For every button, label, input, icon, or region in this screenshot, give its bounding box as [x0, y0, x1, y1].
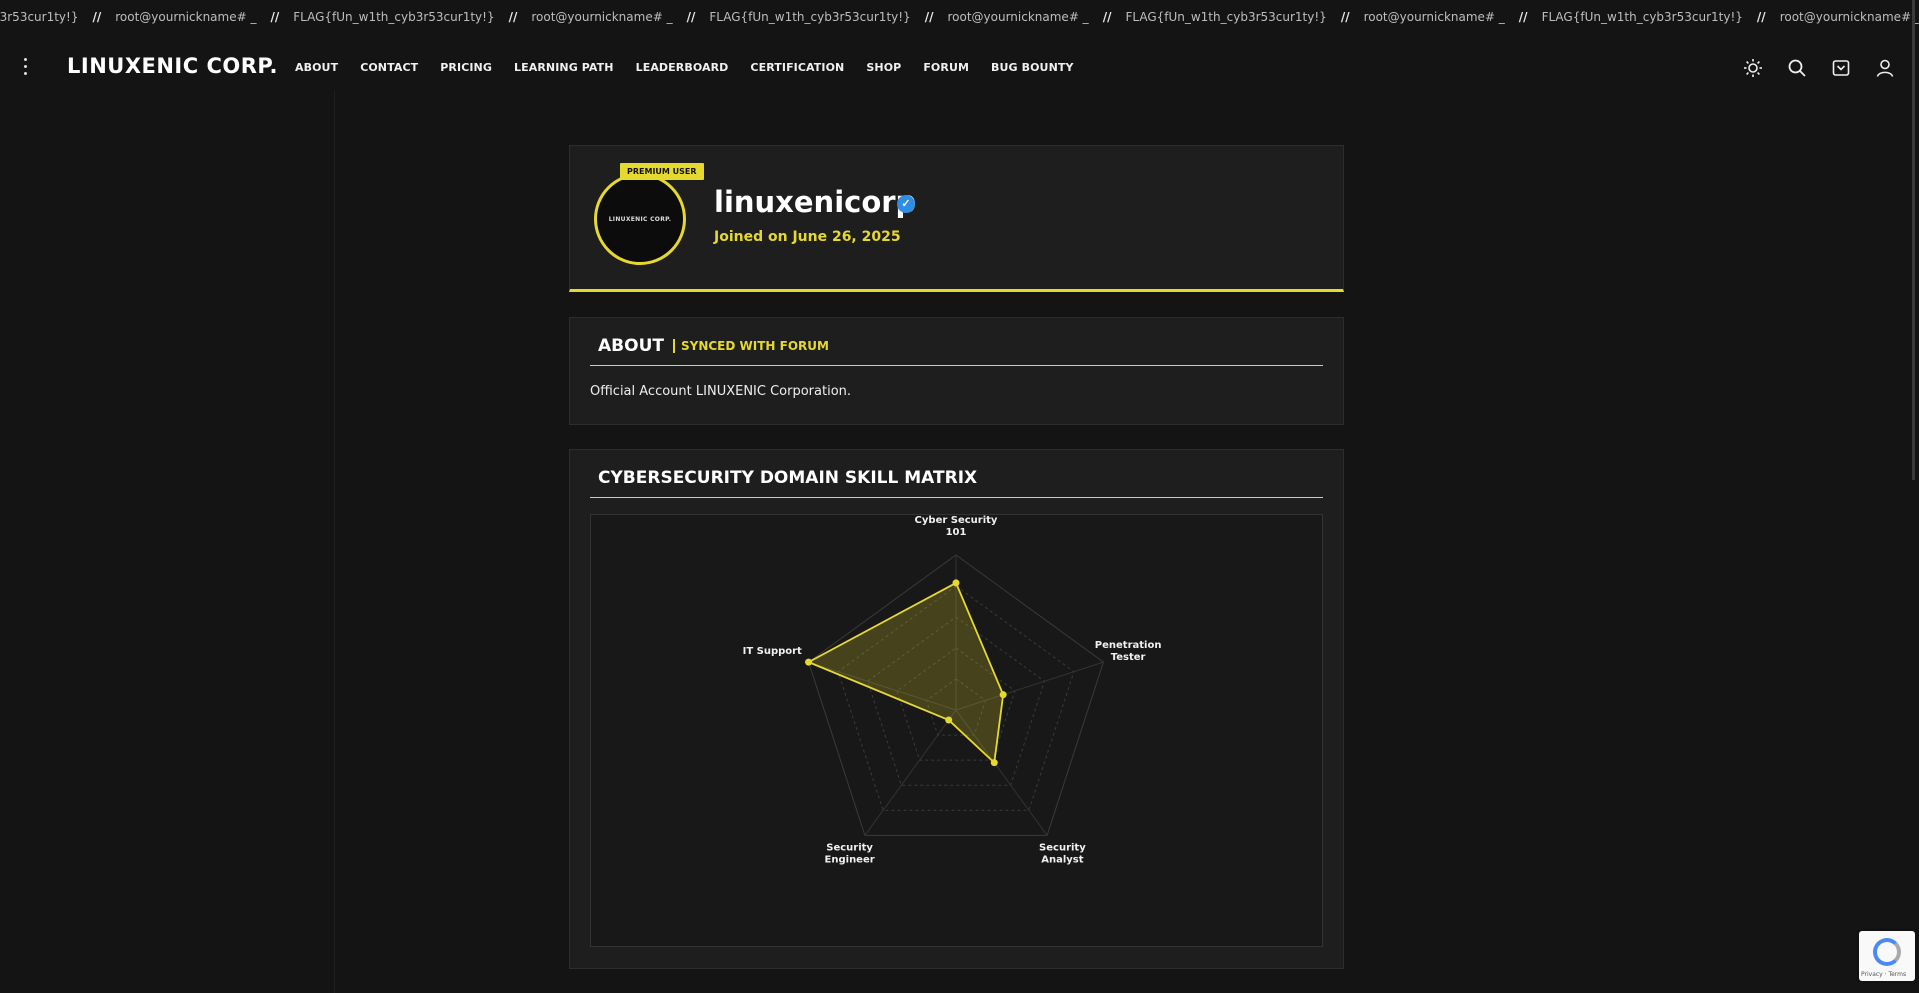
about-text: Official Account LINUXENIC Corporation. — [590, 384, 852, 399]
recaptcha-badge[interactable]: Privacy · Terms — [1859, 931, 1915, 981]
skill-matrix-title: CYBERSECURITY DOMAIN SKILL MATRIX — [598, 468, 978, 488]
user-icon[interactable] — [1873, 56, 1897, 80]
radar-data-point — [945, 716, 953, 724]
ticker-item: FLAG{fUn_w1th_cyb3r53cur1ty!} — [1541, 10, 1743, 24]
profile-card: LINUXENIC CORP. PREMIUM USER linuxenicor… — [569, 145, 1344, 292]
premium-badge: PREMIUM USER — [620, 163, 704, 180]
ticker-separator: // — [508, 10, 518, 24]
about-card: ABOUT SYNCED WITH FORUM Official Account… — [569, 317, 1344, 425]
ticker-separator: // — [270, 10, 280, 24]
scrollbar[interactable] — [1912, 0, 1915, 480]
ticker-separator: // — [1102, 10, 1112, 24]
skill-matrix-header: CYBERSECURITY DOMAIN SKILL MATRIX — [590, 450, 1323, 498]
nav-shop[interactable]: SHOP — [866, 61, 901, 74]
cart-icon[interactable] — [1829, 56, 1853, 80]
radar-axis-label: Cyber Security 101 — [915, 515, 998, 538]
nav-pricing[interactable]: PRICING — [440, 61, 492, 74]
radar-series-area — [806, 581, 1005, 765]
nav-about[interactable]: ABOUT — [295, 61, 338, 74]
ticker-separator: // — [686, 10, 696, 24]
ticker-separator: // — [1340, 10, 1350, 24]
ticker-item: root@yournickname# _ — [947, 10, 1089, 24]
skill-matrix-card: CYBERSECURITY DOMAIN SKILL MATRIX Cyber … — [569, 449, 1344, 969]
avatar-text: LINUXENIC CORP. — [608, 215, 672, 223]
ticker-item: root@yournickname# _ — [115, 10, 257, 24]
join-date: Joined on June 26, 2025 — [714, 229, 901, 245]
about-header: ABOUT SYNCED WITH FORUM — [590, 318, 1323, 366]
ticker-item: root@yournickname# _ — [1779, 10, 1919, 24]
ticker-item: FLAG{fUn_w1th_cyb3r53cur1ty!} — [1125, 10, 1327, 24]
radar-chart: Cyber Security 101 Penetration Tester Securi… — [590, 514, 1323, 947]
nav-learning-path[interactable]: LEARNING PATH — [514, 61, 614, 74]
nav-bug-bounty[interactable]: BUG BOUNTY — [991, 61, 1074, 74]
ticker-separator: // — [1756, 10, 1766, 24]
nav-forum[interactable]: FORUM — [923, 61, 969, 74]
radar-axis-label: Penetration Tester — [1095, 640, 1162, 663]
ticker-separator: // — [1518, 10, 1528, 24]
main-nav: ABOUT CONTACT PRICING LEARNING PATH LEAD… — [295, 61, 1096, 74]
verified-check-icon: ✓ — [897, 195, 915, 213]
radar-axis-label: Security Analyst — [1039, 842, 1086, 865]
ticker-item: root@yournickname# _ — [531, 10, 673, 24]
radar-chart-svg: Cyber Security 101 Penetration Tester Securi… — [743, 515, 1162, 865]
ticker-item: b3r53cur1ty!} — [0, 10, 79, 24]
menu-kebab-icon[interactable] — [18, 58, 32, 80]
sun-icon[interactable] — [1741, 56, 1765, 80]
about-title: ABOUT — [598, 336, 664, 356]
ticker-item: root@yournickname# _ — [1363, 10, 1505, 24]
nav-leaderboard[interactable]: LEADERBOARD — [636, 61, 729, 74]
radar-data-point — [990, 759, 998, 767]
synced-tag: SYNCED WITH FORUM — [673, 339, 829, 353]
radar-data-point — [999, 691, 1007, 699]
username: linuxenicorp — [714, 185, 917, 219]
radar-data-point — [952, 579, 960, 587]
radar-axis-label: Security Engineer — [825, 842, 875, 865]
ticker-item: FLAG{fUn_w1th_cyb3r53cur1ty!} — [293, 10, 495, 24]
radar-data-point — [805, 658, 813, 666]
search-icon[interactable] — [1785, 56, 1809, 80]
ticker-separator: // — [92, 10, 102, 24]
top-navbar: LINUXENIC CORP. ABOUT CONTACT PRICING LE… — [0, 34, 1919, 102]
flag-ticker: b3r53cur1ty!} // root@yournickname# _ // FLA… — [0, 0, 1919, 34]
ticker-separator: // — [924, 10, 934, 24]
brand-logo[interactable]: LINUXENIC CORP. — [67, 54, 278, 78]
nav-contact[interactable]: CONTACT — [360, 61, 418, 74]
header-icons — [1721, 56, 1897, 80]
radar-axis-line — [864, 709, 957, 836]
recaptcha-icon — [1873, 938, 1901, 966]
radar-axis-label: IT Support — [743, 646, 802, 657]
divider — [334, 90, 335, 993]
avatar: LINUXENIC CORP. — [594, 173, 686, 265]
nav-certification[interactable]: CERTIFICATION — [750, 61, 844, 74]
ticker-item: FLAG{fUn_w1th_cyb3r53cur1ty!} — [709, 10, 911, 24]
